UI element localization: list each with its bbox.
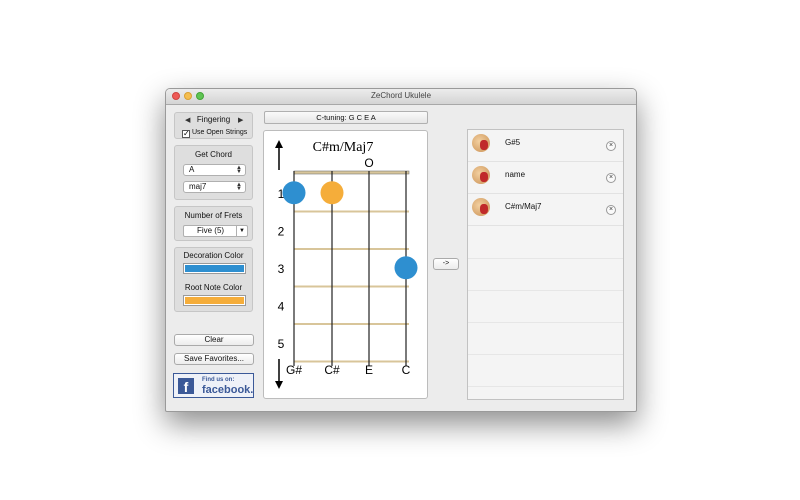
- favorite-name: name: [505, 170, 526, 179]
- decoration-color-label: Decoration Color: [183, 251, 244, 260]
- favorites-list: G#5 × name × C#m/Maj7 ×: [467, 129, 624, 400]
- empty-row-divider: [468, 290, 623, 291]
- number-of-frets-label: Number of Frets: [184, 211, 243, 220]
- decoration-color-fill: [185, 265, 244, 272]
- empty-row-divider: [468, 322, 623, 323]
- favorite-name: C#m/Maj7: [505, 202, 542, 211]
- chord-diagram: C#m/Maj7 O 12345 G# C# E C: [275, 140, 418, 389]
- decoration-color-well[interactable]: [183, 263, 246, 274]
- frets-value: Five (5): [196, 226, 225, 235]
- use-open-strings-label: Use Open Strings: [192, 129, 248, 136]
- add-to-favorites-button[interactable]: ->: [433, 258, 459, 270]
- down-arrow-head: [275, 381, 283, 389]
- finger-dot: [282, 181, 306, 205]
- tuning-button[interactable]: C-tuning: G C E A: [264, 111, 428, 124]
- facebook-wordmark: facebook.: [202, 384, 254, 396]
- nut: [293, 170, 410, 175]
- window-title: ZeChord Ukulele: [370, 91, 432, 100]
- frets-group: Number of Frets Five (5) ▼: [174, 206, 253, 241]
- get-chord-label: Get Chord: [195, 150, 232, 159]
- chord-name: C#m/Maj7: [313, 140, 374, 155]
- title-bar: ZeChord Ukulele: [166, 89, 636, 105]
- colors-group: Decoration Color Root Note Color: [174, 247, 253, 312]
- remove-favorite-icon[interactable]: ×: [606, 141, 616, 151]
- string-name: G#: [286, 363, 302, 377]
- empty-row-divider: [468, 354, 623, 355]
- use-open-strings-checkbox[interactable]: ✓: [182, 130, 190, 138]
- empty-row-divider: [468, 258, 623, 259]
- ukulele-icon: [472, 134, 490, 152]
- fret-wire: [294, 285, 409, 288]
- favorite-item[interactable]: C#m/Maj7 ×: [468, 194, 623, 226]
- facebook-icon: f: [178, 378, 194, 395]
- fret-number: 3: [278, 262, 285, 276]
- facebook-link[interactable]: f Find us on: facebook.: [173, 373, 254, 398]
- get-chord-group: Get Chord A ▲ ▼ maj7 ▲ ▼: [174, 145, 253, 200]
- up-arrow-head: [275, 140, 283, 148]
- finger-dot: [394, 256, 418, 280]
- empty-row-divider: [468, 386, 623, 387]
- app-window: ZeChord Ukulele ◀ Fingering ▶ ✓ Use Open…: [165, 88, 637, 412]
- chord-quality-value: maj7: [189, 182, 207, 191]
- facebook-find-text: Find us on:: [202, 377, 235, 383]
- chord-root-value: A: [189, 165, 195, 174]
- updown-arrows-icon: ▲ ▼: [236, 182, 242, 192]
- fret-wire: [294, 360, 409, 363]
- remove-favorite-icon[interactable]: ×: [606, 173, 616, 183]
- string-name: C#: [324, 363, 340, 377]
- save-favorites-button[interactable]: Save Favorites...: [174, 353, 254, 365]
- string-name: C: [402, 363, 411, 377]
- number-of-frets-combo[interactable]: Five (5) ▼: [183, 225, 248, 237]
- updown-arrows-icon: ▲ ▼: [236, 165, 242, 175]
- fret-wire: [294, 323, 409, 325]
- root-note-color-label: Root Note Color: [184, 283, 243, 292]
- favorite-name: G#5: [505, 138, 521, 147]
- remove-favorite-icon[interactable]: ×: [606, 205, 616, 215]
- root-note-dot: [320, 181, 344, 205]
- clear-button[interactable]: Clear: [174, 334, 254, 346]
- fret-number: 4: [278, 299, 285, 313]
- root-note-color-fill: [185, 297, 244, 304]
- ukulele-icon: [472, 198, 490, 216]
- string-name: E: [365, 363, 373, 377]
- dropdown-arrow-icon[interactable]: ▼: [236, 226, 247, 236]
- chord-quality-select[interactable]: maj7 ▲ ▼: [183, 181, 246, 193]
- fret-wire: [294, 248, 409, 250]
- next-fingering-icon[interactable]: ▶: [238, 116, 243, 124]
- fingering-group: ◀ Fingering ▶ ✓ Use Open Strings: [174, 112, 253, 139]
- chord-root-select[interactable]: A ▲ ▼: [183, 164, 246, 176]
- open-string-marker: O: [364, 156, 373, 170]
- root-note-color-well[interactable]: [183, 295, 246, 306]
- fret-wire: [294, 210, 409, 213]
- fret-number: 2: [278, 224, 285, 238]
- fret-number: 5: [278, 337, 285, 351]
- chord-diagram-panel: C#m/Maj7 O 12345 G# C# E C: [263, 130, 428, 399]
- ukulele-icon: [472, 166, 490, 184]
- favorite-item[interactable]: name ×: [468, 162, 623, 194]
- favorite-item[interactable]: G#5 ×: [468, 130, 623, 162]
